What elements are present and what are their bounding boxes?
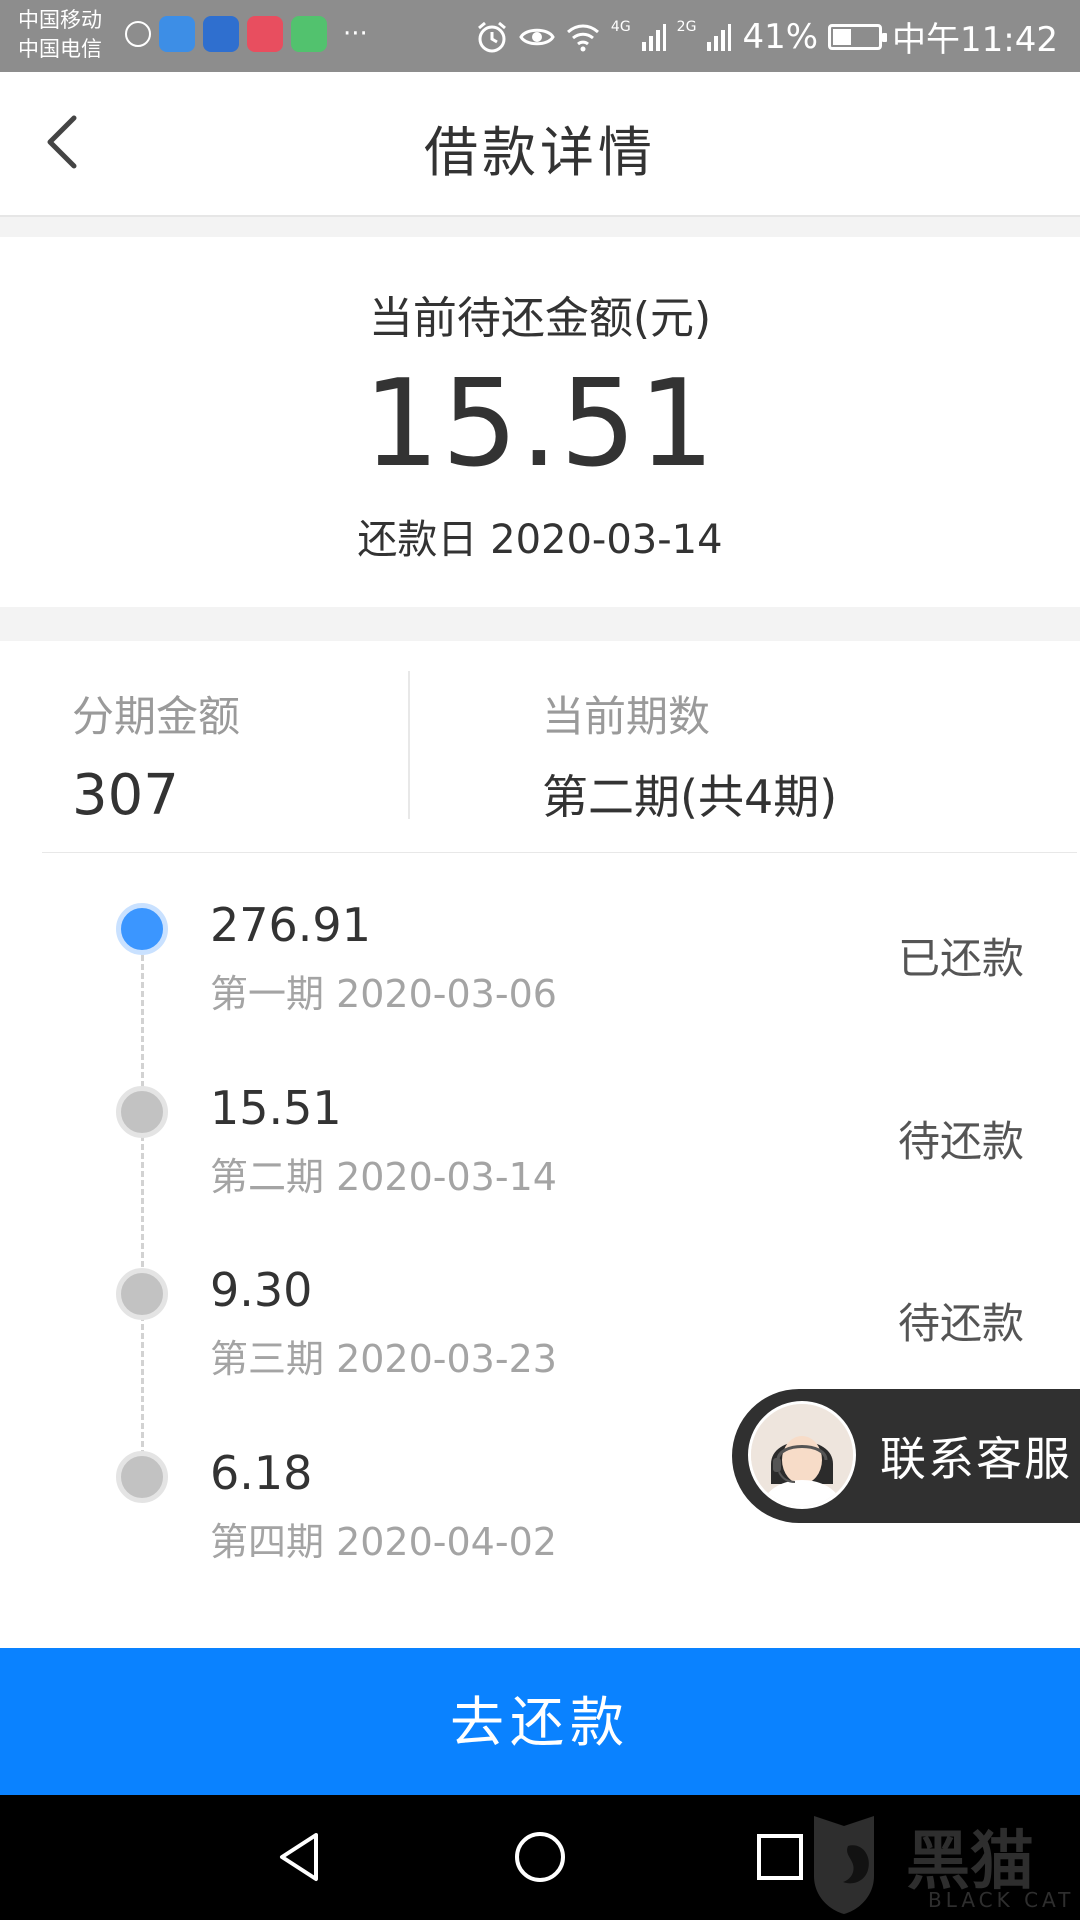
amount-due-label: 当前待还金额(元) <box>368 293 712 344</box>
schedule-status: 待还款 <box>897 1299 1024 1348</box>
play-app-icon <box>291 16 327 52</box>
status-dot <box>116 1451 168 1503</box>
support-agent-avatar <box>748 1401 856 1509</box>
installment-amount-label: 分期金额 <box>72 692 241 741</box>
repay-button[interactable]: 去还款 <box>0 1648 1080 1795</box>
schedule-detail: 第一期 2020-03-06 <box>210 972 557 1016</box>
bank-app-icon <box>203 16 239 52</box>
loan-info: 分期金额 307 当前期数 第二期(共4期) <box>0 641 1080 854</box>
schedule-detail: 第三期 2020-03-23 <box>210 1337 557 1381</box>
notification-icons: ··· <box>125 16 368 52</box>
nav-back-button[interactable] <box>270 1827 330 1887</box>
schedule-item: 15.51 第二期 2020-03-14 待还款 <box>0 1036 1080 1199</box>
nav-home-button[interactable] <box>510 1827 570 1887</box>
current-period-value: 第二期(共4期) <box>542 770 838 824</box>
schedule-status: 待还款 <box>897 1117 1024 1166</box>
repayment-date: 还款日 2020-03-14 <box>357 517 723 563</box>
vertical-divider <box>408 671 410 819</box>
installment-amount-value: 307 <box>72 763 179 828</box>
schedule-item: 276.91 第一期 2020-03-06 已还款 <box>0 853 1080 1016</box>
schedule-amount: 6.18 <box>210 1446 313 1500</box>
schedule-amount: 276.91 <box>210 898 371 952</box>
app-header: 借款详情 <box>0 72 1080 217</box>
signal-4g-icon: 4G <box>610 18 631 35</box>
bird-app-icon <box>159 16 195 52</box>
triangle-back-icon <box>280 1833 318 1881</box>
carrier-1: 中国移动 <box>18 8 102 32</box>
current-period-label: 当前期数 <box>542 692 711 741</box>
nav-recents-button[interactable] <box>750 1827 810 1887</box>
black-cat-logo-icon <box>814 1816 874 1914</box>
contact-support-button[interactable]: 联系客服 <box>732 1389 1080 1523</box>
section-divider <box>0 607 1080 641</box>
carrier-2: 中国电信 <box>18 37 102 61</box>
schedule-item: 9.30 第三期 2020-03-23 待还款 <box>0 1218 1080 1381</box>
signal-2g-icon: 2G <box>676 18 697 35</box>
system-status: 4G 2G 41% 中午11:42 <box>475 12 1058 61</box>
battery-percent: 41% <box>742 16 819 57</box>
agent-icon <box>751 1404 853 1506</box>
alarm-icon <box>477 21 506 52</box>
page-title: 借款详情 <box>424 121 656 184</box>
schedule-amount: 15.51 <box>210 1081 342 1135</box>
watermark-subtext: BLACK CAT <box>928 1888 1075 1912</box>
weather-icon <box>125 21 151 47</box>
schedule-detail: 第二期 2020-03-14 <box>210 1155 557 1199</box>
carrier-info: 中国移动 中国电信 <box>18 6 102 64</box>
amount-summary: 当前待还金额(元) 15.51 还款日 2020-03-14 <box>0 237 1080 607</box>
blackcat-watermark: 黑猫 BLACK CAT <box>808 1806 1080 1916</box>
signal-bars-icon <box>641 23 666 51</box>
battery-level <box>833 28 852 45</box>
video-app-icon <box>247 16 283 52</box>
schedule-amount: 9.30 <box>210 1263 313 1317</box>
section-divider <box>0 217 1080 237</box>
repayment-schedule: 276.91 第一期 2020-03-06 已还款 15.51 第二期 2020… <box>0 853 1080 1648</box>
status-bar: 中国移动 中国电信 ··· 4G 2G 41% 中午11:42 <box>0 0 1080 72</box>
eye-icon <box>519 28 555 45</box>
signal-bars-icon <box>707 23 732 51</box>
status-dot <box>116 903 168 955</box>
status-dot <box>116 1086 168 1138</box>
battery-icon <box>828 23 888 50</box>
amount-due-value: 15.51 <box>363 355 717 494</box>
timeline-connector <box>141 928 144 1483</box>
circle-home-icon <box>515 1832 565 1882</box>
wifi-icon <box>566 24 599 51</box>
contact-support-label: 联系客服 <box>880 1432 1072 1486</box>
schedule-status: 已还款 <box>897 934 1024 983</box>
status-dot <box>116 1268 168 1320</box>
more-notifications-icon: ··· <box>343 19 368 49</box>
schedule-detail: 第四期 2020-04-02 <box>210 1520 557 1564</box>
square-recents-icon <box>757 1834 803 1880</box>
clock: 中午11:42 <box>892 20 1058 60</box>
